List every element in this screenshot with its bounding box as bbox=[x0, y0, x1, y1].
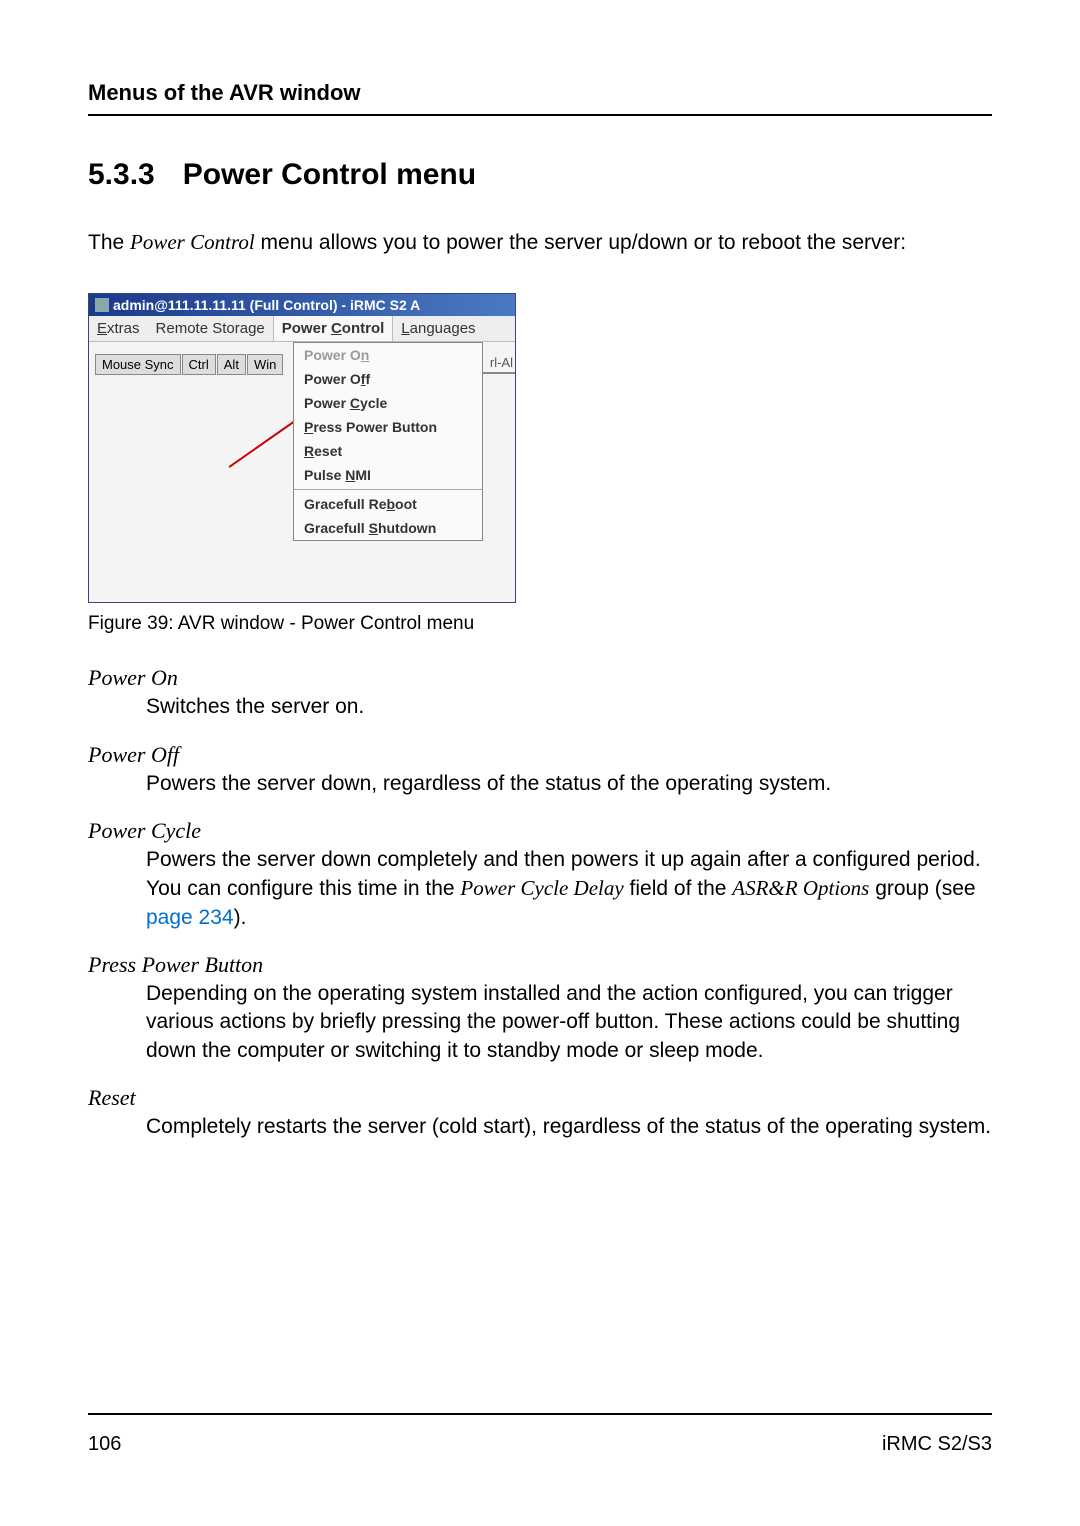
menu-extras[interactable]: Extras bbox=[89, 316, 148, 341]
power-control-dropdown: Power On Power Off Power Cycle Press Pow… bbox=[293, 342, 483, 541]
dd-pulse-nmi[interactable]: Pulse NMI bbox=[294, 463, 482, 487]
window-titlebar: admin@111.11.11.11 (Full Control) - iRMC… bbox=[89, 294, 515, 316]
window-title-text: admin@111.11.11.11 (Full Control) - iRMC… bbox=[113, 297, 420, 313]
page-running-header: Menus of the AVR window bbox=[88, 80, 992, 106]
page-link-234[interactable]: page 234 bbox=[146, 906, 234, 929]
tool-row: Mouse Sync Ctrl Alt Win rl-Al Power On P… bbox=[89, 342, 515, 602]
dd-graceful-shutdown[interactable]: Gracefull Shutdown bbox=[294, 516, 482, 540]
page-footer: 106 iRMC S2/S3 bbox=[88, 1413, 992, 1456]
body-reset: Completely restarts the server (cold sta… bbox=[146, 1113, 992, 1141]
alt-button[interactable]: Alt bbox=[217, 354, 246, 375]
dd-power-cycle[interactable]: Power Cycle bbox=[294, 391, 482, 415]
dd-graceful-reboot[interactable]: Gracefull Reboot bbox=[294, 492, 482, 516]
body-power-cycle: Powers the server down completely and th… bbox=[146, 846, 992, 932]
figure-caption: Figure 39: AVR window - Power Control me… bbox=[88, 613, 992, 635]
section-number: 5.3.3 bbox=[88, 158, 155, 191]
footer-rule bbox=[88, 1413, 992, 1415]
section-title: Power Control menu bbox=[183, 158, 476, 191]
right-fragment-text: rl-Al bbox=[490, 355, 513, 370]
section-heading: 5.3.3 Power Control menu bbox=[88, 158, 992, 192]
header-rule bbox=[88, 114, 992, 116]
product-name: iRMC S2/S3 bbox=[882, 1433, 992, 1456]
term-power-off: Power Off bbox=[88, 742, 992, 768]
win-button[interactable]: Win bbox=[247, 354, 283, 375]
avr-window: admin@111.11.11.11 (Full Control) - iRMC… bbox=[88, 293, 516, 603]
ctrl-button[interactable]: Ctrl bbox=[182, 354, 216, 375]
term-reset: Reset bbox=[88, 1085, 992, 1111]
menubar: Extras Remote Storage Power Control Lang… bbox=[89, 316, 515, 342]
page-number: 106 bbox=[88, 1433, 121, 1456]
term-power-cycle: Power Cycle bbox=[88, 818, 992, 844]
body-power-off: Powers the server down, regardless of th… bbox=[146, 770, 992, 798]
mouse-sync-button[interactable]: Mouse Sync bbox=[95, 354, 181, 375]
term-power-on: Power On bbox=[88, 665, 992, 691]
intro-paragraph: The Power Control menu allows you to pow… bbox=[88, 228, 992, 257]
dd-power-off[interactable]: Power Off bbox=[294, 367, 482, 391]
dd-reset[interactable]: Reset bbox=[294, 439, 482, 463]
term-press-power-button: Press Power Button bbox=[88, 952, 992, 978]
body-press-power-button: Depending on the operating system instal… bbox=[146, 980, 992, 1065]
window-icon bbox=[95, 298, 109, 312]
dd-press-power-button[interactable]: Press Power Button bbox=[294, 415, 482, 439]
dropdown-separator bbox=[294, 489, 482, 490]
definition-list: Power On Switches the server on. Power O… bbox=[88, 665, 992, 1141]
figure-screenshot: admin@111.11.11.11 (Full Control) - iRMC… bbox=[88, 293, 992, 603]
body-power-on: Switches the server on. bbox=[146, 693, 992, 721]
menu-power-control[interactable]: Power Control bbox=[273, 316, 394, 341]
menu-languages[interactable]: Languages bbox=[393, 316, 483, 341]
dd-power-on[interactable]: Power On bbox=[294, 343, 482, 367]
menu-remote-storage[interactable]: Remote Storage bbox=[148, 316, 273, 341]
